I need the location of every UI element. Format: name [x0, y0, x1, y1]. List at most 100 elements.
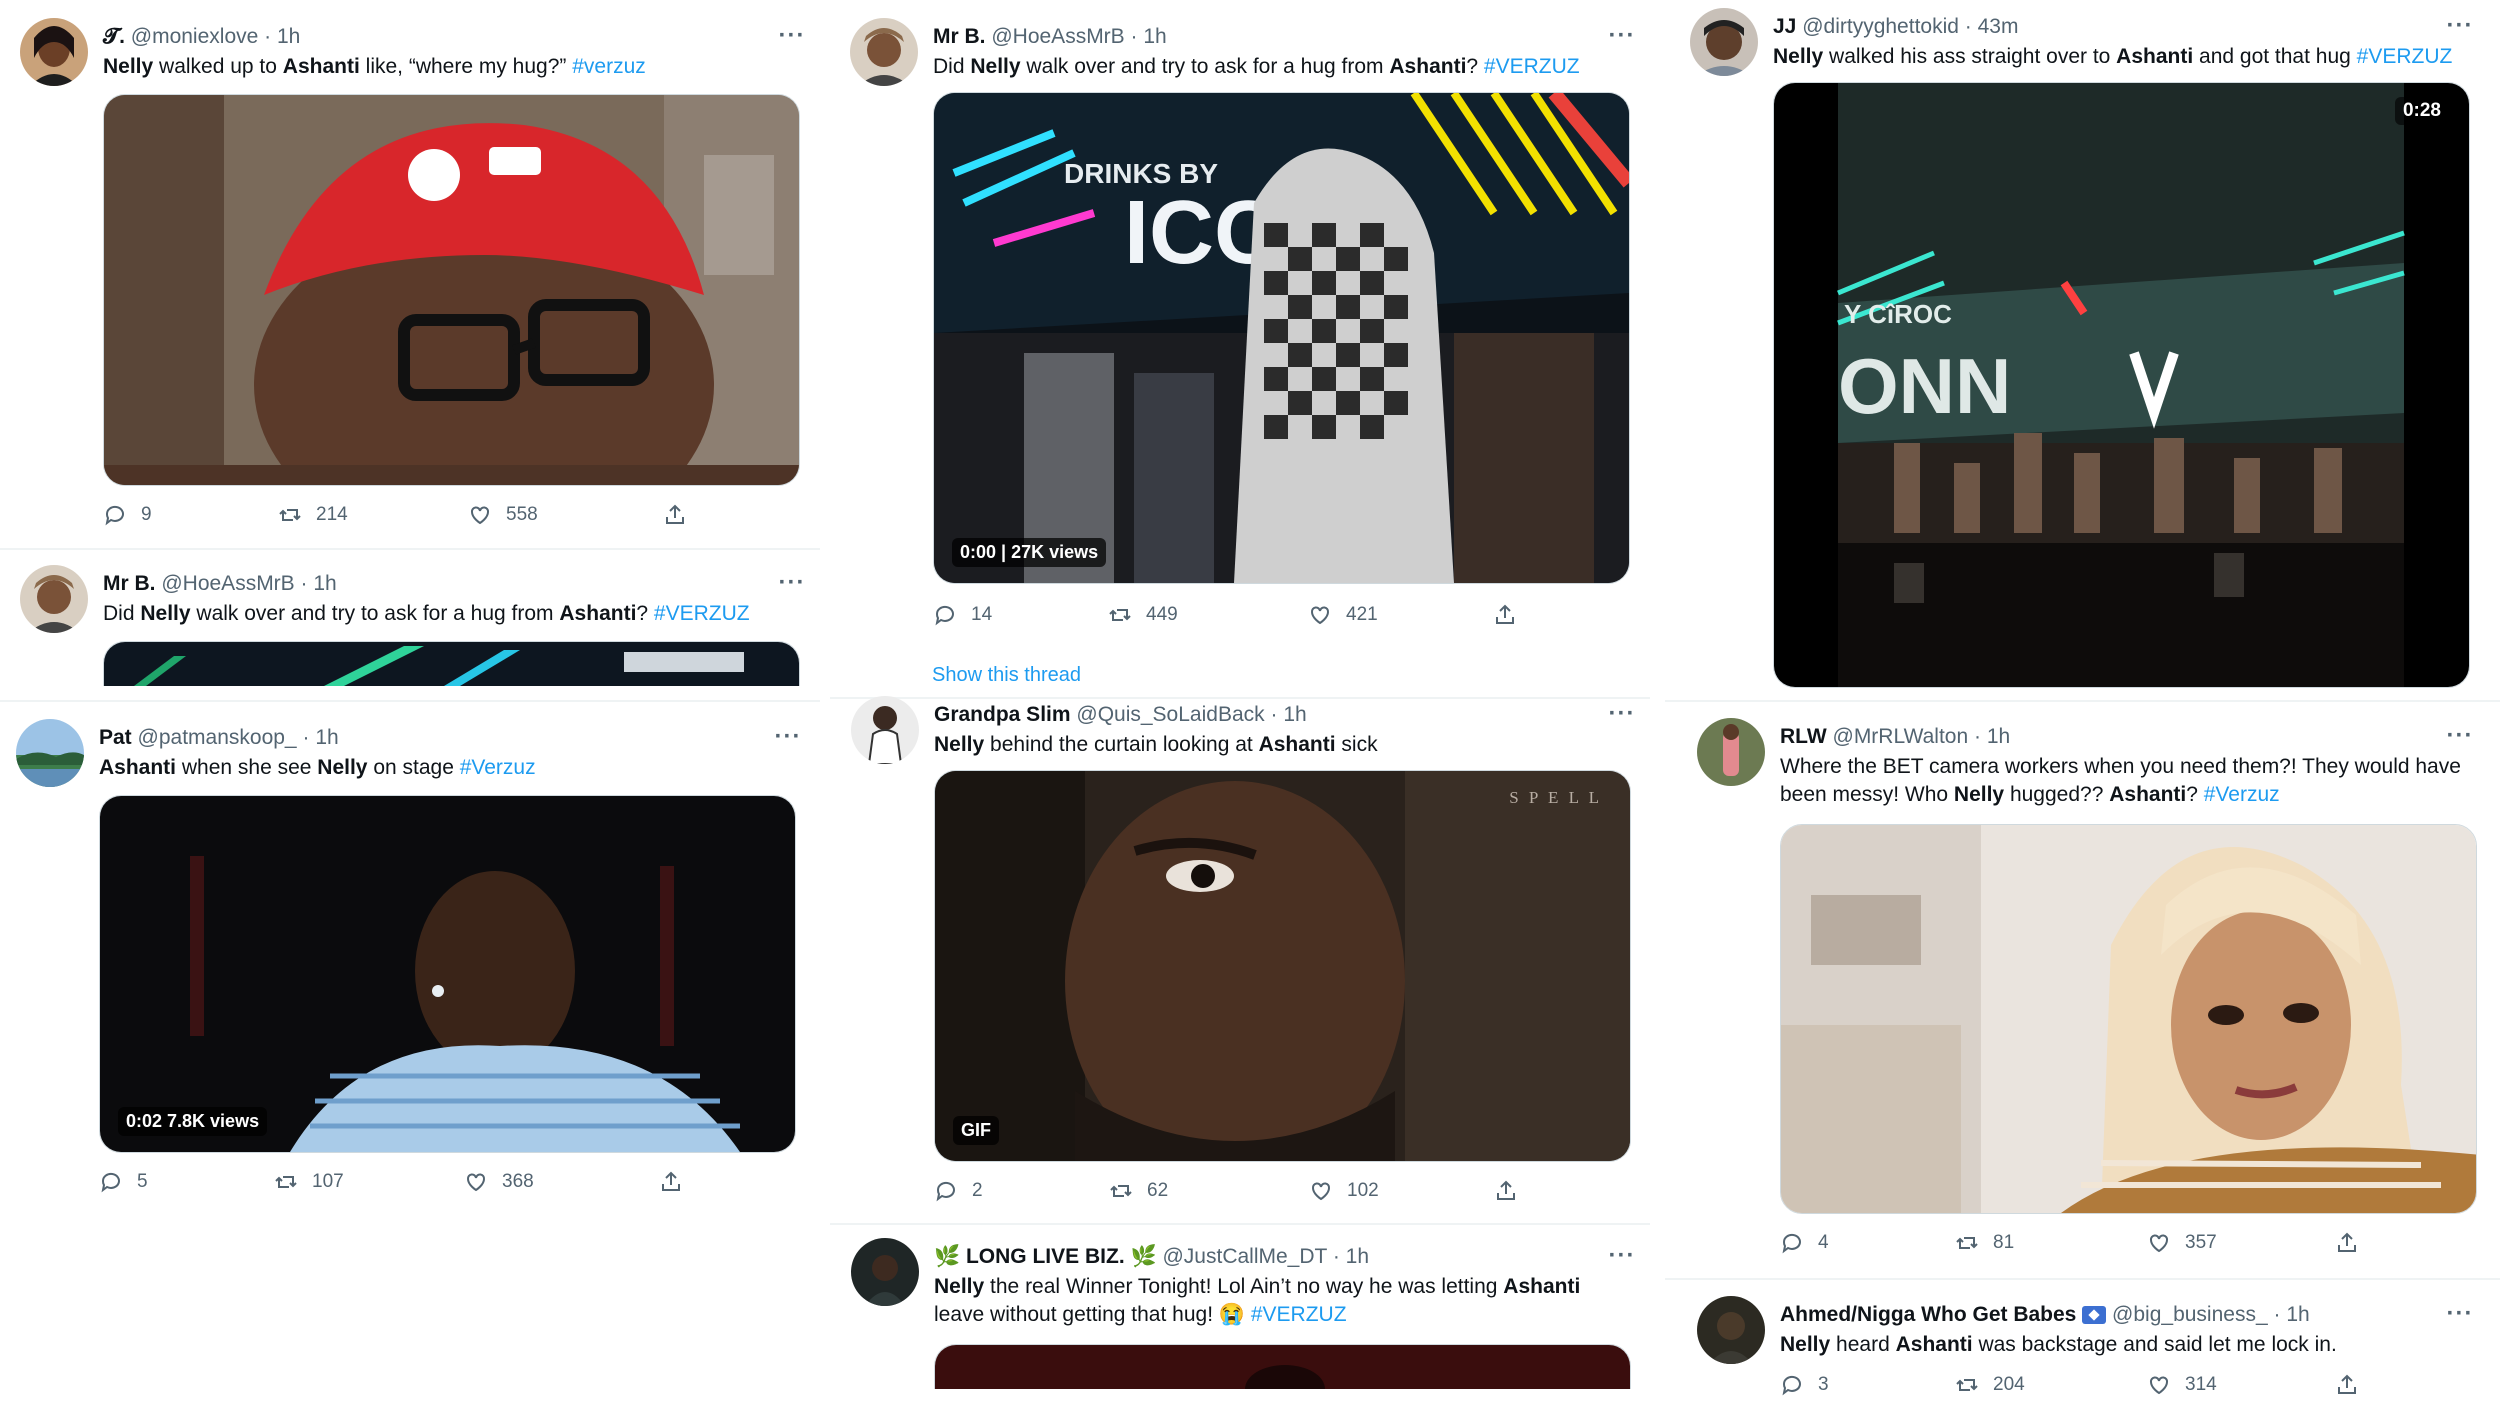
retweet-button[interactable]: 81	[1955, 1226, 2014, 1260]
retweet-button[interactable]: 214	[278, 498, 348, 532]
avatar[interactable]	[1697, 1296, 1765, 1364]
tweet-card[interactable]: Mr B. @HoeAssMrB · 1h ··· Did Nelly walk…	[850, 18, 1640, 633]
tweet-card[interactable]: 𝓣. @moniexlove · 1h ··· Nelly walked up …	[20, 18, 810, 538]
tweet-media[interactable]: S P E L L GIF	[934, 770, 1631, 1162]
display-name[interactable]: Ahmed/Nigga Who Get Babes	[1780, 1303, 2076, 1326]
hashtag-link[interactable]: #VERZUZ	[1251, 1303, 1347, 1326]
timestamp[interactable]: 1h	[1987, 725, 2010, 748]
user-handle[interactable]: @Quis_SoLaidBack	[1076, 703, 1264, 726]
more-options-icon[interactable]: ···	[774, 24, 810, 48]
user-handle[interactable]: @moniexlove	[131, 25, 259, 48]
tweet-media[interactable]: 0:02 7.8K views	[99, 795, 796, 1153]
share-button[interactable]	[659, 1165, 697, 1199]
tweet-card[interactable]: 🌿 LONG LIVE BIZ. 🌿 @JustCallMe_DT · 1h ·…	[851, 1238, 1641, 1389]
share-button[interactable]	[1493, 598, 1531, 632]
timestamp[interactable]: 1h	[2286, 1303, 2309, 1326]
tweet-card[interactable]: JJ @dirtyyghettokid · 43m ··· Nelly walk…	[1690, 8, 2480, 688]
tweet-media[interactable]	[934, 1344, 1631, 1389]
like-button[interactable]: 102	[1309, 1174, 1379, 1208]
more-options-icon[interactable]: ···	[774, 571, 810, 595]
more-options-icon[interactable]: ···	[2442, 724, 2478, 748]
like-button[interactable]: 368	[464, 1165, 534, 1199]
timestamp[interactable]: 1h	[313, 572, 336, 595]
hashtag-link[interactable]: #VERZUZ	[654, 602, 750, 625]
video-duration-badge: 0:28	[2394, 97, 2449, 125]
user-handle[interactable]: @big_business_	[2112, 1303, 2268, 1326]
display-name[interactable]: RLW	[1780, 725, 1827, 748]
avatar[interactable]	[851, 1238, 919, 1306]
timestamp[interactable]: 1h	[277, 25, 300, 48]
avatar[interactable]	[20, 18, 88, 86]
tweet-media[interactable]: Y CîROC ONN 0:28	[1773, 82, 2470, 688]
retweet-button[interactable]: 107	[274, 1165, 344, 1199]
timestamp[interactable]: 1h	[1346, 1245, 1369, 1268]
show-this-thread-link[interactable]: Show this thread	[932, 664, 1081, 687]
like-button[interactable]: 357	[2147, 1226, 2217, 1260]
retweet-icon	[1956, 1237, 1978, 1249]
avatar[interactable]	[851, 696, 919, 764]
reply-button[interactable]: 9	[103, 498, 152, 532]
retweet-button[interactable]: 204	[1955, 1368, 2025, 1402]
tweet-card[interactable]: Mr B. @HoeAssMrB · 1h ··· Did Nelly walk…	[20, 565, 810, 686]
like-button[interactable]: 558	[468, 498, 538, 532]
display-name[interactable]: Grandpa Slim	[934, 703, 1071, 726]
tweet-header: 🌿 LONG LIVE BIZ. 🌿 @JustCallMe_DT · 1h	[934, 1240, 1369, 1274]
more-options-icon[interactable]: ···	[2442, 14, 2478, 38]
timestamp[interactable]: 1h	[1143, 25, 1166, 48]
user-handle[interactable]: @HoeAssMrB	[161, 572, 294, 595]
reply-icon	[105, 505, 124, 526]
user-handle[interactable]: @dirtyyghettokid	[1802, 15, 1959, 38]
display-name[interactable]: JJ	[1773, 15, 1796, 38]
avatar[interactable]	[1697, 718, 1765, 786]
share-button[interactable]	[2335, 1226, 2373, 1260]
tweet-media[interactable]	[103, 641, 800, 686]
display-name[interactable]: 𝓣.	[103, 25, 125, 48]
share-button[interactable]	[663, 498, 701, 532]
more-options-icon[interactable]: ···	[2442, 1302, 2478, 1326]
more-options-icon[interactable]: ···	[770, 725, 806, 749]
timestamp[interactable]: 1h	[315, 726, 338, 749]
avatar[interactable]	[850, 18, 918, 86]
retweet-button[interactable]: 449	[1108, 598, 1178, 632]
hashtag-link[interactable]: #VERZUZ	[2357, 45, 2453, 68]
user-handle[interactable]: @patmanskoop_	[138, 726, 297, 749]
tweet-card[interactable]: Grandpa Slim @Quis_SoLaidBack · 1h ··· N…	[851, 696, 1641, 1216]
tweet-media[interactable]	[1780, 824, 2477, 1214]
reply-button[interactable]: 3	[1780, 1368, 1829, 1402]
retweet-button[interactable]: 62	[1109, 1174, 1168, 1208]
more-options-icon[interactable]: ···	[1604, 24, 1640, 48]
timestamp[interactable]: 1h	[1283, 703, 1306, 726]
user-handle[interactable]: @JustCallMe_DT	[1162, 1245, 1326, 1268]
tweet-card[interactable]: Pat @patmanskoop_ · 1h ··· Ashanti when …	[16, 719, 806, 1209]
user-handle[interactable]: @HoeAssMrB	[991, 25, 1124, 48]
tweet-card[interactable]: Ahmed/Nigga Who Get Babes @big_business_…	[1697, 1296, 2487, 1421]
avatar[interactable]	[1690, 8, 1758, 76]
more-options-icon[interactable]: ···	[1604, 702, 1640, 726]
share-button[interactable]	[1494, 1174, 1532, 1208]
tweet-media[interactable]: DRINKS BY ICC 0:00 | 27K views	[933, 92, 1630, 584]
avatar[interactable]	[20, 565, 88, 633]
bold-mention: Nelly	[934, 1275, 985, 1298]
tweet-card[interactable]: RLW @MrRLWalton · 1h ··· Where the BET c…	[1697, 718, 2487, 1263]
tweet-header: JJ @dirtyyghettokid · 43m	[1773, 10, 2018, 44]
hashtag-link[interactable]: #Verzuz	[460, 756, 536, 779]
like-button[interactable]: 421	[1308, 598, 1378, 632]
user-handle[interactable]: @MrRLWalton	[1833, 725, 1969, 748]
display-name[interactable]: Mr B.	[933, 25, 986, 48]
hashtag-link[interactable]: #VERZUZ	[1484, 55, 1580, 78]
more-options-icon[interactable]: ···	[1604, 1244, 1640, 1268]
hashtag-link[interactable]: #Verzuz	[2204, 783, 2280, 806]
hashtag-link[interactable]: #verzuz	[572, 55, 646, 78]
reply-button[interactable]: 4	[1780, 1226, 1829, 1260]
display-name[interactable]: 🌿 LONG LIVE BIZ. 🌿	[934, 1245, 1157, 1268]
timestamp[interactable]: 43m	[1978, 15, 2019, 38]
like-button[interactable]: 314	[2147, 1368, 2217, 1402]
reply-button[interactable]: 14	[933, 598, 992, 632]
display-name[interactable]: Pat	[99, 726, 132, 749]
display-name[interactable]: Mr B.	[103, 572, 156, 595]
reply-button[interactable]: 2	[934, 1174, 983, 1208]
share-button[interactable]	[2335, 1368, 2373, 1402]
reply-button[interactable]: 5	[99, 1165, 148, 1199]
avatar[interactable]	[16, 719, 84, 787]
tweet-media[interactable]	[103, 94, 800, 486]
